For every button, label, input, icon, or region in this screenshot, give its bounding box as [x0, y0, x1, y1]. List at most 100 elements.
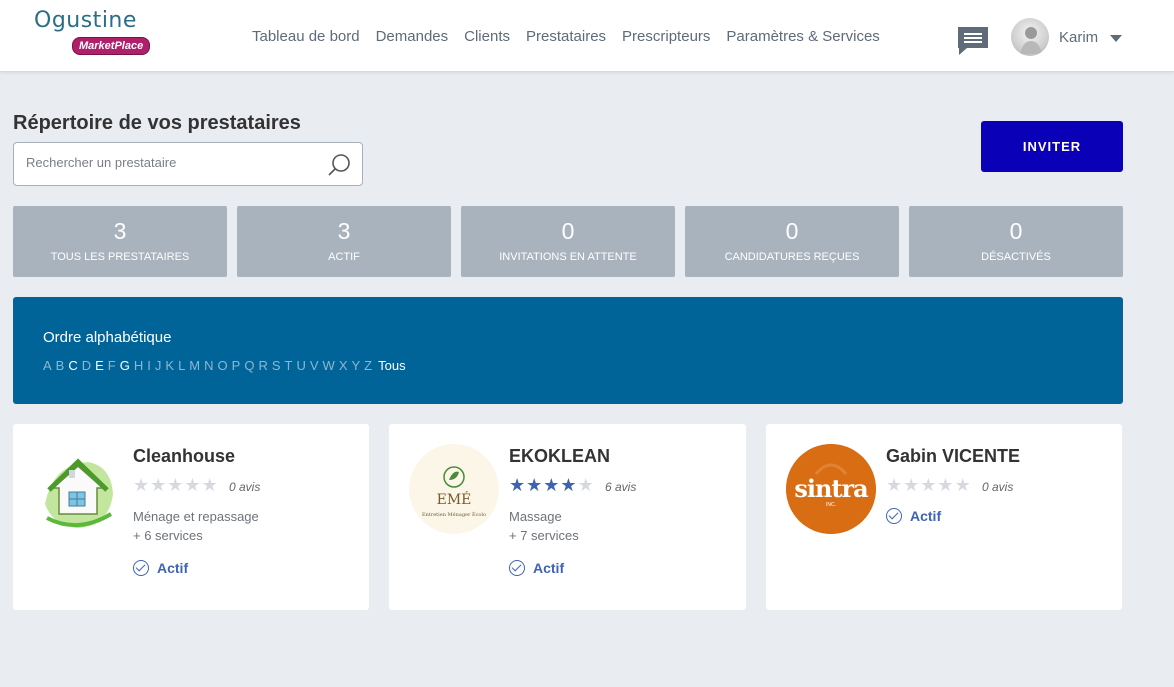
nav-dashboard[interactable]: Tableau de bord — [252, 28, 360, 45]
brand-logo[interactable]: Ogustine MarketPlace — [34, 8, 154, 58]
letter-g[interactable]: G — [120, 358, 130, 373]
star-icon: ★ — [509, 475, 526, 495]
letter-all[interactable]: Tous — [378, 358, 405, 373]
letter-p[interactable]: P — [232, 358, 241, 373]
letter-a[interactable]: A — [43, 358, 52, 373]
avatar-image-icon — [1020, 27, 1042, 54]
stat-deactivated[interactable]: 0 DÉSACTIVÉS — [909, 206, 1123, 277]
provider-name[interactable]: Gabin VICENTE — [886, 446, 1020, 467]
messages-icon[interactable] — [955, 24, 991, 58]
status-badge: Actif — [886, 508, 941, 524]
stat-label: ACTIF — [328, 251, 360, 263]
letter-o[interactable]: O — [218, 358, 228, 373]
provider-card[interactable]: sintra INC. Gabin VICENTE ★ ★ ★ ★ ★ 0 avis A… — [766, 424, 1122, 610]
stat-active[interactable]: 3 ACTIF — [237, 206, 451, 277]
letter-z[interactable]: Z — [364, 358, 372, 373]
star-icon: ★ — [920, 475, 937, 495]
stat-value: 0 — [561, 218, 575, 244]
nav-clients[interactable]: Clients — [464, 28, 510, 45]
star-icon: ★ — [133, 475, 150, 495]
user-avatar[interactable] — [1011, 18, 1049, 56]
provider-logo — [33, 444, 123, 534]
star-icon: ★ — [526, 475, 543, 495]
nav-prescribers[interactable]: Prescripteurs — [622, 28, 710, 45]
check-circle-icon — [509, 560, 525, 576]
letter-v[interactable]: V — [310, 358, 319, 373]
letter-k[interactable]: K — [165, 358, 174, 373]
letter-u[interactable]: U — [296, 358, 305, 373]
nav-settings-services[interactable]: Paramètres & Services — [726, 28, 879, 45]
invite-button[interactable]: INVITER — [981, 121, 1123, 172]
provider-logo — [409, 444, 499, 534]
page-title: Répertoire de vos prestataires — [13, 112, 301, 134]
letter-q[interactable]: Q — [244, 358, 254, 373]
star-icon: ★ — [150, 475, 167, 495]
main-nav: Tableau de bord Demandes Clients Prestat… — [252, 28, 880, 45]
letter-r[interactable]: R — [258, 358, 267, 373]
stat-applications-received[interactable]: 0 CANDIDATURES REÇUES — [685, 206, 899, 277]
nav-providers[interactable]: Prestataires — [526, 28, 606, 45]
provider-card[interactable]: Cleanhouse ★ ★ ★ ★ ★ 0 avis Ménage et repass… — [13, 424, 369, 610]
letter-c[interactable]: C — [68, 358, 77, 373]
check-circle-icon — [886, 508, 902, 524]
letter-t[interactable]: T — [285, 358, 293, 373]
letter-m[interactable]: M — [189, 358, 200, 373]
stat-label: INVITATIONS EN ATTENTE — [499, 251, 637, 263]
rating-stars: ★ ★ ★ ★ ★ — [133, 476, 218, 494]
check-circle-icon — [133, 560, 149, 576]
letter-d[interactable]: D — [82, 358, 91, 373]
stats-row: 3 TOUS LES PRESTATAIRES 3 ACTIF 0 INVITA… — [13, 206, 1123, 277]
provider-name[interactable]: Cleanhouse — [133, 446, 235, 467]
star-icon: ★ — [954, 475, 971, 495]
user-name[interactable]: Karim — [1059, 29, 1098, 46]
rating-stars: ★ ★ ★ ★ ★ — [886, 476, 971, 494]
provider-more-services: + 6 services — [133, 528, 203, 543]
stat-pending-invitations[interactable]: 0 INVITATIONS EN ATTENTE — [461, 206, 675, 277]
status-label: Actif — [533, 560, 565, 576]
letter-n[interactable]: N — [204, 358, 213, 373]
letter-l[interactable]: L — [178, 358, 185, 373]
provider-more-services: + 7 services — [509, 528, 579, 543]
star-icon: ★ — [201, 475, 218, 495]
star-icon: ★ — [167, 475, 184, 495]
provider-name[interactable]: EKOKLEAN — [509, 446, 610, 467]
status-badge: Actif — [509, 560, 564, 576]
logo-subtext: Entretien Ménager Écolo — [421, 512, 487, 518]
letter-f[interactable]: F — [108, 358, 116, 373]
letter-h[interactable]: H — [134, 358, 143, 373]
letter-i[interactable]: I — [147, 358, 151, 373]
rating-stars: ★ ★ ★ ★ ★ — [509, 476, 594, 494]
alphabet-title: Ordre alphabétique — [43, 329, 172, 346]
letter-y[interactable]: Y — [351, 358, 360, 373]
star-icon: ★ — [560, 475, 577, 495]
star-icon: ★ — [886, 475, 903, 495]
provider-service: Massage — [509, 509, 562, 524]
letter-x[interactable]: X — [339, 358, 348, 373]
review-count[interactable]: 6 avis — [605, 480, 636, 494]
letter-e[interactable]: E — [95, 358, 104, 373]
letter-j[interactable]: J — [155, 358, 162, 373]
search-box — [13, 142, 363, 186]
letter-s[interactable]: S — [272, 358, 281, 373]
stat-label: CANDIDATURES REÇUES — [724, 251, 860, 263]
stat-all-providers[interactable]: 3 TOUS LES PRESTATAIRES — [13, 206, 227, 277]
stat-label: DÉSACTIVÉS — [981, 251, 1051, 263]
review-count[interactable]: 0 avis — [229, 480, 260, 494]
house-logo-icon — [33, 444, 123, 534]
search-input[interactable] — [26, 155, 316, 170]
chevron-down-icon[interactable] — [1110, 35, 1122, 42]
alphabet-filter: Ordre alphabétique ABCDEFGHIJKLMNOPQRSTU… — [13, 297, 1123, 404]
provider-card[interactable]: EMÉ Entretien Ménager Écolo EKOKLEAN ★ ★ ★… — [389, 424, 746, 610]
letter-w[interactable]: W — [323, 358, 335, 373]
alphabet-letters: A B C D E F G H I J K L M N O P Q R S T U V W X Y Z Tous — [43, 358, 406, 373]
brand-badge: MarketPlace — [72, 37, 151, 55]
stat-value: 3 — [113, 218, 127, 244]
nav-requests[interactable]: Demandes — [376, 28, 449, 45]
search-icon[interactable] — [326, 152, 352, 178]
logo-text: EMÉ — [436, 492, 472, 508]
review-count[interactable]: 0 avis — [982, 480, 1013, 494]
status-label: Actif — [157, 560, 189, 576]
star-icon: ★ — [577, 475, 594, 495]
letter-b[interactable]: B — [56, 358, 65, 373]
star-icon: ★ — [903, 475, 920, 495]
